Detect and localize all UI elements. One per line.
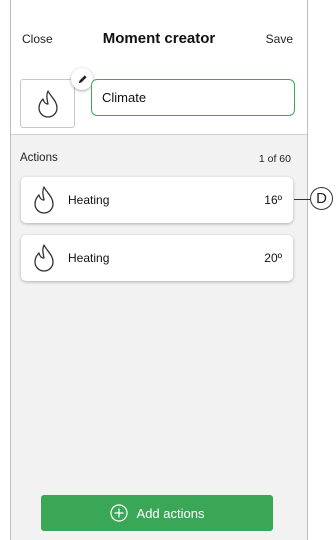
actions-panel: Actions 1 of 60 Heating 16º Heating 20º … bbox=[11, 134, 307, 540]
action-value: 16º bbox=[264, 193, 282, 207]
add-actions-button[interactable]: Add actions bbox=[41, 495, 273, 531]
flame-icon bbox=[37, 89, 58, 118]
flame-icon bbox=[34, 244, 54, 272]
action-label: Heating bbox=[68, 251, 110, 265]
action-card[interactable]: Heating 20º bbox=[21, 235, 293, 281]
action-value: 20º bbox=[264, 251, 282, 265]
header: Close Moment creator Save bbox=[11, 0, 307, 134]
action-card[interactable]: Heating 16º bbox=[21, 177, 293, 223]
moment-name-input[interactable] bbox=[91, 79, 295, 116]
flame-icon bbox=[34, 186, 54, 214]
callout-leader-line bbox=[294, 199, 310, 200]
page-title: Moment creator bbox=[102, 30, 216, 47]
moment-icon-button[interactable] bbox=[20, 79, 75, 128]
phone-screen: Close Moment creator Save Actions 1 of 6… bbox=[10, 0, 308, 540]
plus-circle-icon bbox=[109, 504, 128, 522]
edit-icon-button[interactable] bbox=[71, 68, 93, 90]
pencil-icon bbox=[78, 74, 87, 83]
add-actions-label: Add actions bbox=[136, 505, 205, 521]
action-label: Heating bbox=[68, 193, 110, 207]
save-button[interactable]: Save bbox=[266, 32, 293, 46]
callout-marker: D bbox=[310, 187, 333, 210]
actions-heading: Actions bbox=[20, 152, 58, 164]
actions-count: 1 of 60 bbox=[258, 153, 291, 165]
